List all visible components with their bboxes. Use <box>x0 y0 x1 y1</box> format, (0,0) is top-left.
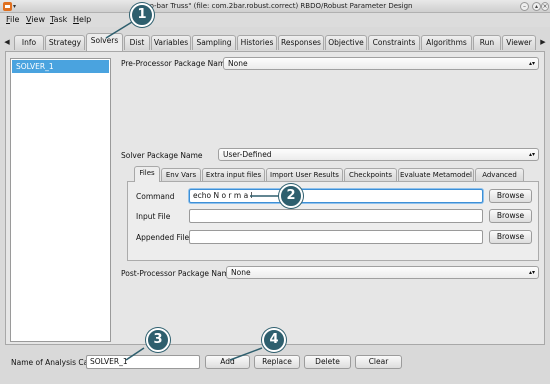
callout-3-badge: 3 <box>146 328 170 352</box>
subtab-extra-input-files[interactable]: Extra input files <box>202 168 265 182</box>
maximize-icon[interactable]: ▴ <box>532 2 541 11</box>
post-processor-label: Post-Processor Package Name <box>121 269 234 278</box>
clear-button[interactable]: Clear <box>355 355 402 369</box>
command-field[interactable]: echo N o r m a l <box>189 189 483 203</box>
list-item[interactable]: SOLVER_1 <box>12 60 109 73</box>
title-bar: ▾ "Two-bar Truss" (file: com.2bar.robust… <box>0 0 550 13</box>
input-file-label: Input File <box>136 212 171 221</box>
appended-file-label: Appended File <box>136 233 190 242</box>
pre-processor-label: Pre-Processor Package Name <box>121 59 230 68</box>
tab-responses[interactable]: Responses <box>278 35 324 50</box>
tab-scroll-left-icon[interactable]: ◀ <box>2 36 12 49</box>
tab-info[interactable]: Info <box>14 35 44 50</box>
subtab-env-vars[interactable]: Env Vars <box>161 168 201 182</box>
close-icon[interactable]: × <box>541 2 549 11</box>
tab-algorithms[interactable]: Algorithms <box>421 35 472 50</box>
subtab-advanced[interactable]: Advanced <box>475 168 524 182</box>
delete-button[interactable]: Delete <box>304 355 351 369</box>
menu-bar: File View Task Help <box>0 13 550 27</box>
browse-command-button[interactable]: Browse <box>489 189 532 203</box>
command-label: Command <box>136 192 175 201</box>
main-tab-bar: ◀ Info Strategy Solvers Dist Variables S… <box>0 33 550 51</box>
analysis-case-field[interactable]: SOLVER_1 <box>86 355 200 369</box>
callout-4-badge: 4 <box>262 328 286 352</box>
subtab-evaluate-metamodel[interactable]: Evaluate Metamodel <box>398 168 474 182</box>
menu-file[interactable]: File <box>6 15 19 24</box>
menu-help[interactable]: Help <box>73 15 91 24</box>
menu-view[interactable]: View <box>26 15 45 24</box>
tab-run[interactable]: Run <box>473 35 501 50</box>
analysis-case-label: Name of Analysis Case <box>11 358 97 367</box>
solver-list[interactable]: SOLVER_1 <box>10 58 111 342</box>
add-button[interactable]: Add <box>205 355 250 369</box>
tab-dist[interactable]: Dist <box>124 35 150 50</box>
window-title: "Two-bar Truss" (file: com.2bar.robust.c… <box>137 2 413 10</box>
solver-package-label: Solver Package Name <box>121 151 203 160</box>
menu-task[interactable]: Task <box>50 15 67 24</box>
minimize-icon[interactable]: – <box>520 2 529 11</box>
tab-scroll-right-icon[interactable]: ▶ <box>538 36 548 49</box>
spinner-arrows-icon: ▴▾ <box>528 269 535 276</box>
browse-appended-button[interactable]: Browse <box>489 230 532 244</box>
appended-file-field[interactable] <box>189 230 483 244</box>
subtab-checkpoints[interactable]: Checkpoints <box>344 168 397 182</box>
tab-viewer[interactable]: Viewer <box>502 35 536 50</box>
tab-objective[interactable]: Objective <box>325 35 367 50</box>
spinner-arrows-icon: ▴▾ <box>528 60 535 67</box>
tab-sampling[interactable]: Sampling <box>192 35 236 50</box>
input-file-field[interactable] <box>189 209 483 223</box>
subtab-files[interactable]: Files <box>134 166 160 182</box>
subtab-import-user-results[interactable]: Import User Results <box>266 168 343 182</box>
tab-solvers[interactable]: Solvers <box>86 33 123 51</box>
browse-input-button[interactable]: Browse <box>489 209 532 223</box>
post-processor-select[interactable]: None ▴▾ <box>226 266 539 279</box>
tab-strategy[interactable]: Strategy <box>45 35 85 50</box>
callout-1-badge: 1 <box>130 3 154 27</box>
tab-variables[interactable]: Variables <box>151 35 191 50</box>
solver-package-select[interactable]: User-Defined ▴▾ <box>218 148 539 161</box>
replace-button[interactable]: Replace <box>254 355 300 369</box>
tab-histories[interactable]: Histories <box>237 35 277 50</box>
pre-processor-select[interactable]: None ▴▾ <box>223 57 539 70</box>
spinner-arrows-icon: ▴▾ <box>528 151 535 158</box>
tab-constraints[interactable]: Constraints <box>368 35 420 50</box>
callout-2-badge: 2 <box>279 184 303 208</box>
